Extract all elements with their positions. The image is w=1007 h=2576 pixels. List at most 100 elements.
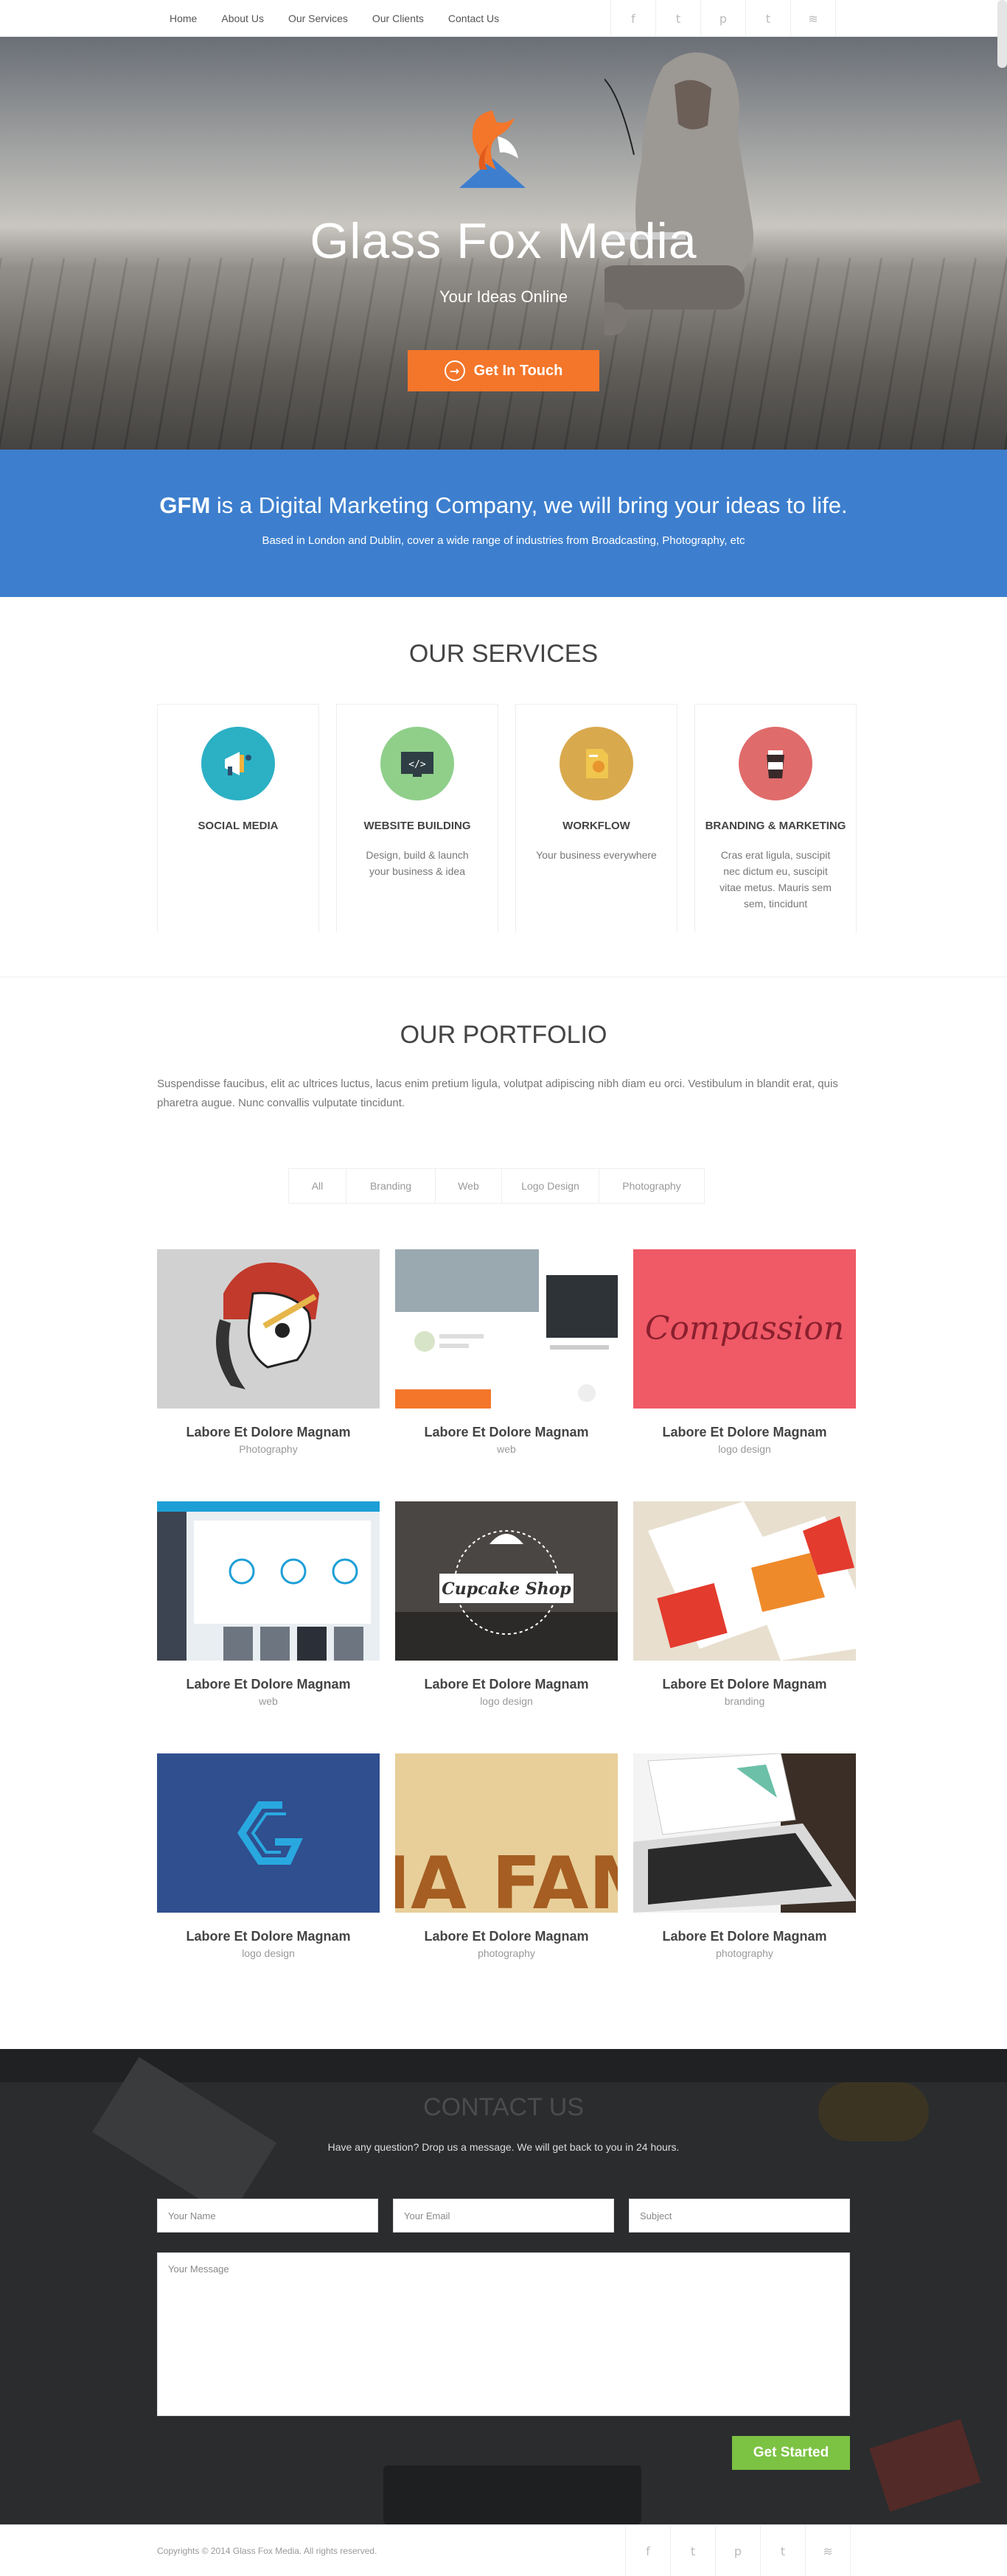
portfolio-item-category: photography xyxy=(716,1947,773,1959)
portfolio-item-category: logo design xyxy=(242,1947,295,1959)
portfolio-item[interactable]: Compassion Labore Et Dolore Magnam logo … xyxy=(633,1249,856,1455)
nav-contact-link[interactable]: Contact Us xyxy=(448,13,499,24)
filter-all[interactable]: All xyxy=(289,1169,346,1203)
portfolio-item-title: Labore Et Dolore Magnam xyxy=(424,1677,589,1692)
portfolio-title: OUR PORTFOLIO xyxy=(400,1021,607,1049)
filter-web[interactable]: Web xyxy=(436,1169,502,1203)
stationery-branding-artwork xyxy=(633,1501,856,1661)
coffee-cup-icon xyxy=(767,750,784,778)
rss-icon[interactable]: ≋ xyxy=(791,0,836,37)
portfolio-item[interactable]: Labore Et Dolore Magnam web xyxy=(157,1501,380,1707)
contact-background-keyboard xyxy=(383,2465,641,2524)
nav-services-link[interactable]: Our Services xyxy=(288,13,348,24)
portfolio-thumbnail[interactable] xyxy=(157,1249,380,1409)
portfolio-thumbnail[interactable]: Cupcake Shop xyxy=(395,1501,618,1661)
service-text: Your business everywhere xyxy=(536,849,657,861)
service-card-social-media: SOCIAL MEDIA xyxy=(157,704,319,932)
footer-social-links: f t p t ≋ xyxy=(625,2525,851,2576)
portfolio-item-title: Labore Et Dolore Magnam xyxy=(662,1677,827,1692)
portfolio-item[interactable]: Labore Et Dolore Magnam photography xyxy=(633,1753,856,1959)
message-textarea[interactable] xyxy=(157,2252,850,2416)
arrow-right-circle-icon: → xyxy=(444,360,465,381)
filter-photography[interactable]: Photography xyxy=(599,1169,704,1203)
portfolio-item-category: photography xyxy=(478,1947,535,1959)
nav-about-link[interactable]: About Us xyxy=(221,13,264,24)
indian-chief-skull-artwork xyxy=(157,1249,380,1409)
email-input[interactable] xyxy=(393,2199,614,2233)
facebook-icon[interactable]: f xyxy=(611,0,656,37)
hero-banner: Glass Fox Media Your Ideas Online → Get … xyxy=(0,37,1007,450)
portfolio-item-title: Labore Et Dolore Magnam xyxy=(662,1929,827,1944)
service-card-branding-marketing: BRANDING & MARKETING Cras erat ligula, s… xyxy=(694,704,857,932)
pinterest-icon[interactable]: p xyxy=(701,0,746,37)
service-text: Cras erat ligula, suscipit nec dictum eu… xyxy=(719,849,832,910)
portfolio-thumbnail[interactable] xyxy=(395,1249,618,1409)
subject-input[interactable] xyxy=(629,2199,850,2233)
portfolio-item-category: branding xyxy=(724,1695,765,1707)
portfolio-thumbnail[interactable] xyxy=(633,1501,856,1661)
services-title: OUR SERVICES xyxy=(408,640,599,668)
footer: Copyrights © 2014 Glass Fox Media. All r… xyxy=(0,2524,1007,2576)
portfolio-thumbnail[interactable] xyxy=(157,1753,380,1913)
name-input[interactable] xyxy=(157,2199,378,2233)
glass-fox-logo-icon xyxy=(459,111,526,188)
document-chart-icon xyxy=(586,749,608,778)
portfolio-item-title: Labore Et Dolore Magnam xyxy=(424,1929,589,1944)
cupcake-shop-text: Cupcake Shop xyxy=(442,1580,571,1599)
portfolio-item[interactable]: Labore Et Dolore Magnam branding xyxy=(633,1501,856,1707)
typography-poster-artwork: MA FAMI xyxy=(395,1753,618,1913)
pinterest-icon[interactable]: p xyxy=(716,2525,761,2576)
twitter-icon[interactable]: t xyxy=(656,0,701,37)
portfolio-item-category: web xyxy=(259,1695,278,1707)
facebook-icon[interactable]: f xyxy=(626,2525,671,2576)
get-started-button[interactable]: Get Started xyxy=(732,2436,850,2470)
portfolio-item-category: web xyxy=(497,1443,516,1455)
twitter-icon[interactable]: t xyxy=(761,2525,806,2576)
portfolio-item-category: Photography xyxy=(239,1443,298,1455)
portfolio-thumbnail[interactable]: Compassion xyxy=(633,1249,856,1409)
code-screen-icon: </> xyxy=(401,752,433,777)
top-navigation: Home About Us Our Services Our Clients C… xyxy=(0,0,1007,37)
hero-title: Glass Fox Media xyxy=(310,213,697,269)
rss-icon[interactable]: ≋ xyxy=(806,2525,851,2576)
portfolio-item-category: logo design xyxy=(718,1443,771,1455)
cupcake-shop-badge-artwork: Cupcake Shop xyxy=(395,1501,618,1661)
service-text: Design, build & launch your business & i… xyxy=(366,849,469,877)
portfolio-item[interactable]: Labore Et Dolore Magnam logo design xyxy=(157,1753,380,1959)
portfolio-item-title: Labore Et Dolore Magnam xyxy=(662,1425,827,1439)
twitter-icon[interactable]: t xyxy=(671,2525,716,2576)
service-title: WEBSITE BUILDING xyxy=(363,820,471,832)
hero-tagline: Your Ideas Online xyxy=(439,287,568,306)
get-in-touch-button[interactable]: → Get In Touch xyxy=(408,350,599,391)
portfolio-item-title: Labore Et Dolore Magnam xyxy=(186,1677,351,1692)
portfolio-item[interactable]: MA FAMI Labore Et Dolore Magnam photogra… xyxy=(395,1753,618,1959)
nav-clients-link[interactable]: Our Clients xyxy=(372,13,424,24)
twitter-icon[interactable]: t xyxy=(746,0,791,37)
contact-background-object xyxy=(869,2419,981,2512)
portfolio-thumbnail[interactable] xyxy=(633,1753,856,1913)
contact-section: CONTACT US Have any question? Drop us a … xyxy=(0,2049,1007,2524)
portfolio-thumbnail[interactable] xyxy=(157,1501,380,1661)
portfolio-item[interactable]: Cupcake Shop Labore Et Dolore Magnam log… xyxy=(395,1501,618,1707)
portfolio-item[interactable]: Labore Et Dolore Magnam Photography xyxy=(157,1249,380,1455)
portfolio-thumbnail[interactable]: MA FAMI xyxy=(395,1753,618,1913)
portfolio-item-category: logo design xyxy=(480,1695,533,1707)
filter-logo-design[interactable]: Logo Design xyxy=(502,1169,599,1203)
nav-home-link[interactable]: Home xyxy=(170,13,197,24)
service-circle xyxy=(201,727,275,800)
megaphone-icon xyxy=(225,752,251,775)
page-scrollbar[interactable] xyxy=(997,0,1007,68)
service-title: BRANDING & MARKETING xyxy=(705,820,846,832)
svg-text:</>: </> xyxy=(408,759,426,770)
portfolio-item-title: Labore Et Dolore Magnam xyxy=(186,1425,351,1439)
contact-title: CONTACT US xyxy=(423,2093,584,2121)
portfolio-item[interactable]: Labore Et Dolore Magnam web xyxy=(395,1249,618,1455)
portfolio-item-title: Labore Et Dolore Magnam xyxy=(186,1929,351,1944)
web-layout-artwork xyxy=(395,1249,618,1409)
service-card-workflow: WORKFLOW Your business everywhere xyxy=(515,704,677,932)
intro-band: GFM is a Digital Marketing Company, we w… xyxy=(0,450,1007,597)
footer-copyright: Copyrights © 2014 Glass Fox Media. All r… xyxy=(157,2546,377,2556)
filter-branding[interactable]: Branding xyxy=(346,1169,436,1203)
portfolio-item-title: Labore Et Dolore Magnam xyxy=(424,1425,589,1439)
intro-subtext: Based in London and Dublin, cover a wide… xyxy=(262,534,745,547)
